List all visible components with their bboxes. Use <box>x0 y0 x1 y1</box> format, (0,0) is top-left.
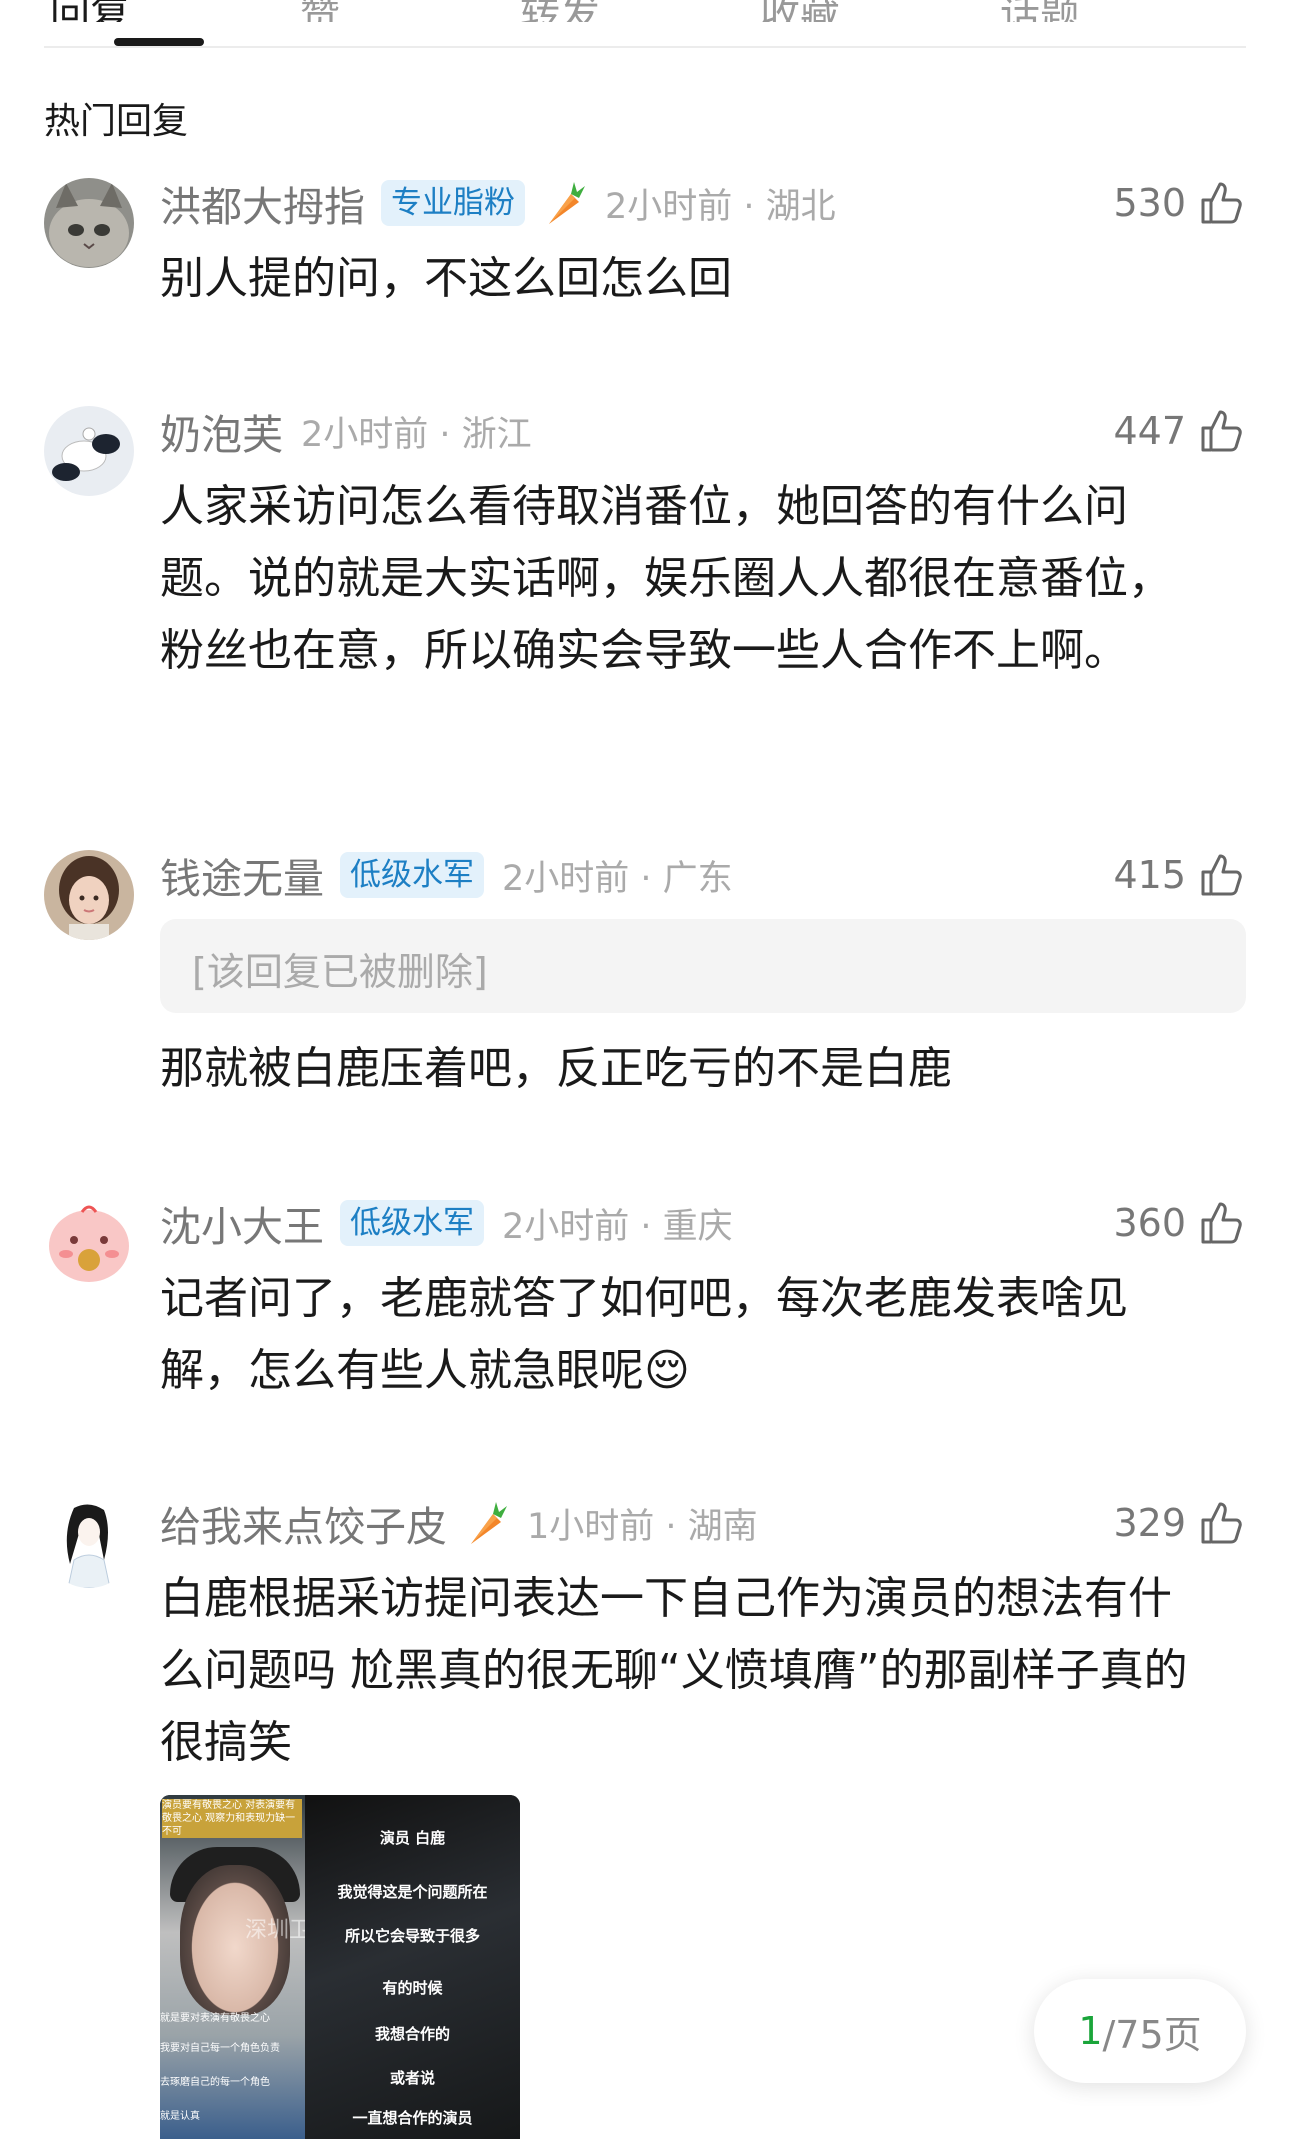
comment-meta: 奶泡芙 2小时前 · 浙江 <box>160 403 532 459</box>
thumbnail-caption: 我要对自己每一个角色负责 <box>160 2043 280 2054</box>
comment-text: 记者问了，老鹿就答了如何吧，每次老鹿发表啥见解，怎么有些人就急眼呢😌 <box>160 1273 1128 1396</box>
total-pages: /75页 <box>1102 2012 1202 2057</box>
thumbnail-subtitle: 我觉得这是个问题所在 <box>337 1883 488 1901</box>
username[interactable]: 钱途无量 <box>160 845 324 905</box>
current-page: 1 <box>1078 2009 1103 2053</box>
comment-text: 白鹿根据采访提问表达一下自己作为演员的想法有什么问题吗 尬黑真的很无聊“义愤填膺… <box>160 1573 1188 1768</box>
like-button[interactable]: 530 <box>1113 175 1246 231</box>
like-count: 415 <box>1113 853 1186 897</box>
tab-topics[interactable]: 话题 <box>1000 0 1080 22</box>
avatar[interactable] <box>44 850 134 940</box>
page-indicator[interactable]: 1 /75页 <box>1034 1979 1246 2083</box>
comment-text: 那就被白鹿压着吧，反正吃亏的不是白鹿 <box>160 1043 952 1094</box>
deleted-reply-text: [该回复已被删除] <box>192 950 488 994</box>
like-count: 447 <box>1113 409 1186 453</box>
username[interactable]: 沈小大王 <box>160 1193 324 1253</box>
tab-reposts[interactable]: 转发 <box>520 0 600 22</box>
tab-replies[interactable]: 回复 <box>50 0 130 22</box>
fan-badge[interactable]: 专业脂粉 <box>381 180 525 226</box>
fan-badge[interactable]: 低级水军 <box>340 852 484 898</box>
avatar[interactable] <box>44 1498 134 1588</box>
thumbnail-caption: 就是认真 <box>160 2111 200 2122</box>
attached-image-thumbnail[interactable]: 演员要有敬畏之心 对表演要有敬畏之心 观察力和表现力缺一不可 深圳卫视 就是要对… <box>160 1795 520 2139</box>
like-count: 360 <box>1113 1201 1186 1245</box>
comment-meta: 给我来点饺子皮 1小时前 · 湖南 <box>160 1495 758 1551</box>
thumbs-up-icon <box>1198 179 1246 227</box>
thumbnail-top-text: 演员要有敬畏之心 对表演要有敬畏之心 观察力和表现力缺一不可 <box>162 1799 302 1838</box>
comment-meta: 沈小大王 低级水军 2小时前 · 重庆 <box>160 1195 733 1251</box>
comment-text: 人家采访问怎么看待取消番位，她回答的有什么问题。说的就是大实话啊，娱乐圈人人都很… <box>160 481 1172 676</box>
thumbs-up-icon <box>1198 407 1246 455</box>
thumbnail-subtitle: 演员 白鹿 <box>379 1829 446 1847</box>
comment-text: 别人提的问，不这么回怎么回 <box>160 253 732 304</box>
time-location: 2小时前 · 广东 <box>502 858 733 899</box>
thumbnail-subtitle: 有的时候 <box>382 1979 443 1997</box>
time-location: 1小时前 · 湖南 <box>527 1506 758 1547</box>
like-button[interactable]: 360 <box>1113 1195 1246 1251</box>
thumbnail-caption: 去琢磨自己的每一个角色 <box>160 2077 270 2088</box>
section-title: 热门回复 <box>44 101 189 142</box>
like-button[interactable]: 447 <box>1113 403 1246 459</box>
avatar[interactable] <box>44 406 134 496</box>
avatar[interactable] <box>44 1198 134 1288</box>
like-button[interactable]: 329 <box>1113 1495 1246 1551</box>
tab-divider <box>44 46 1246 48</box>
tab-favorites[interactable]: 收藏 <box>760 0 840 22</box>
time-location: 2小时前 · 浙江 <box>301 414 532 455</box>
like-button[interactable]: 415 <box>1113 847 1246 903</box>
like-count: 329 <box>1113 1501 1186 1545</box>
thumbnail-subtitle: 一直想合作的演员 <box>352 2109 473 2127</box>
carrot-icon <box>463 1498 509 1548</box>
thumbs-up-icon <box>1198 1199 1246 1247</box>
active-tab-indicator <box>114 38 204 46</box>
thumbnail-subtitle: 所以它会导致于很多 <box>344 1927 480 1945</box>
like-count: 530 <box>1113 181 1186 225</box>
username[interactable]: 奶泡芙 <box>160 401 283 461</box>
thumbs-up-icon <box>1198 851 1246 899</box>
fan-badge[interactable]: 低级水军 <box>340 1200 484 1246</box>
thumbnail-subtitle: 我想合作的 <box>374 2025 450 2043</box>
avatar[interactable] <box>44 178 134 268</box>
comment-meta: 洪都大拇指 专业脂粉 2小时前 · 湖北 <box>160 175 836 231</box>
time-location: 2小时前 · 湖北 <box>605 186 836 227</box>
quoted-reply-box[interactable]: [该回复已被删除] <box>160 919 1246 1013</box>
thumbs-up-icon <box>1198 1499 1246 1547</box>
username[interactable]: 洪都大拇指 <box>160 173 365 233</box>
thumbnail-subtitle: 或者说 <box>389 2069 435 2087</box>
username[interactable]: 给我来点饺子皮 <box>160 1493 447 1553</box>
top-tab-bar: 回复 赞 转发 收藏 话题 <box>0 0 1290 48</box>
tab-likes[interactable]: 赞 <box>300 0 340 22</box>
carrot-icon <box>541 178 587 228</box>
comment-meta: 钱途无量 低级水军 2小时前 · 广东 <box>160 847 733 903</box>
thumbnail-caption: 就是要对表演有敬畏之心 <box>160 2013 270 2024</box>
time-location: 2小时前 · 重庆 <box>502 1206 733 1247</box>
